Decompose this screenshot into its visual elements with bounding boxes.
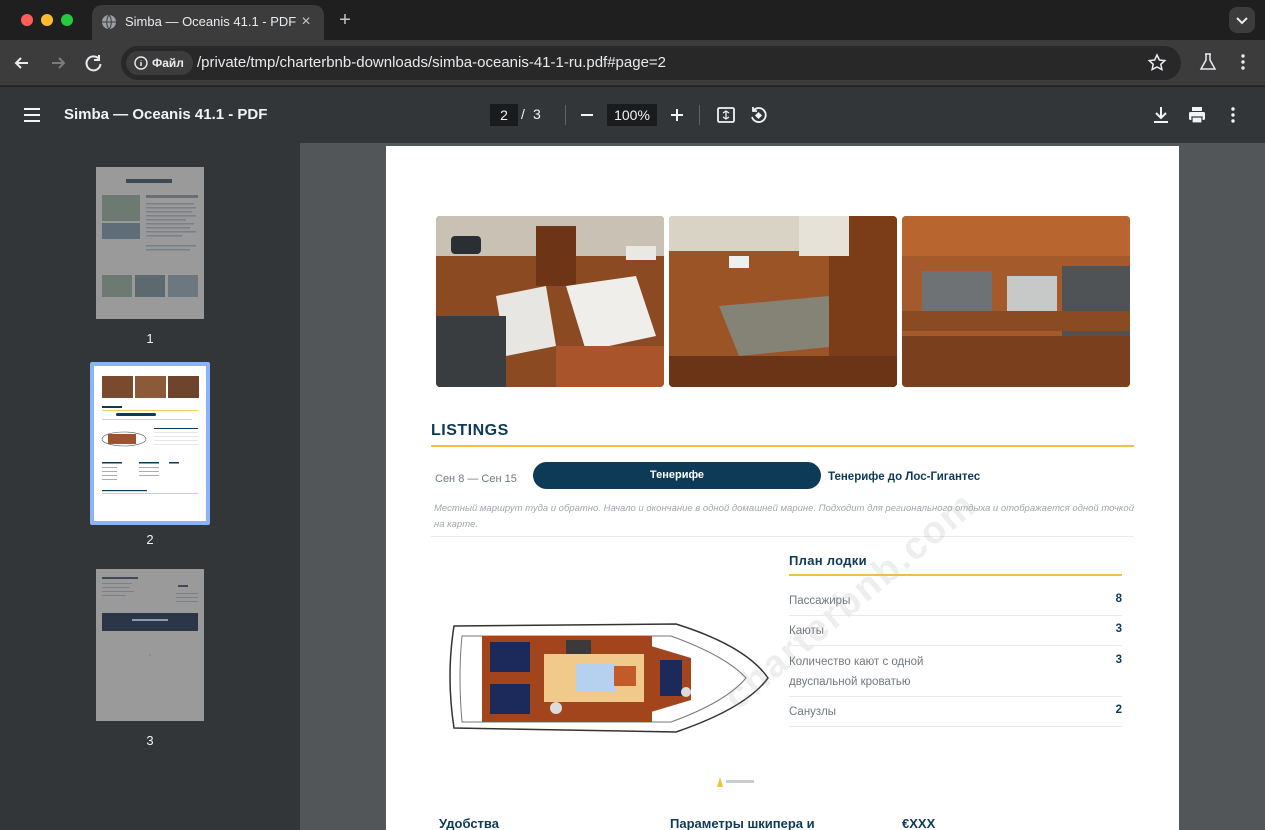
page-separator: / bbox=[521, 106, 525, 122]
heading-underline bbox=[431, 445, 1134, 447]
listing-dates: Сен 8 — Сен 15 bbox=[435, 473, 517, 485]
thumbnail-preview bbox=[94, 366, 206, 521]
pdf-viewport[interactable]: LISTINGS Сен 8 — Сен 15 Тенерифе Тенериф… bbox=[300, 143, 1265, 830]
page-total: 3 bbox=[533, 106, 541, 122]
more-options-icon[interactable] bbox=[1226, 104, 1240, 126]
forward-arrow-icon[interactable] bbox=[45, 50, 71, 76]
plan-row-double-cabins: Количество кают с одной двуспальной кров… bbox=[789, 646, 1122, 697]
tab-search-button[interactable] bbox=[1229, 7, 1255, 33]
globe-icon bbox=[102, 14, 116, 30]
active-tab[interactable]: Simba — Oceanis 41.1 - PDF × bbox=[92, 5, 324, 40]
cabin-photo bbox=[669, 216, 897, 387]
labs-flask-icon[interactable] bbox=[1198, 52, 1218, 72]
browser-toolbar: Файл /private/tmp/charterbnb-downloads/s… bbox=[0, 40, 1265, 86]
tab-close-icon[interactable]: × bbox=[296, 12, 316, 32]
thumbnail-label-2: 2 bbox=[146, 532, 154, 547]
thumbnail-label-1: 1 bbox=[146, 331, 154, 346]
section-divider bbox=[431, 536, 1134, 537]
browser-menu-icon[interactable] bbox=[1236, 52, 1250, 72]
pdf-toolbar: Simba — Oceanis 41.1 - PDF 2 / 3 100% bbox=[0, 87, 1265, 143]
bookmark-star-icon[interactable] bbox=[1147, 53, 1167, 73]
site-info-chip[interactable]: Файл bbox=[126, 51, 193, 75]
pdf-page-2: LISTINGS Сен 8 — Сен 15 Тенерифе Тенериф… bbox=[386, 146, 1179, 830]
plan-row-heads: Санузлы 2 bbox=[789, 697, 1122, 727]
plan-value: 8 bbox=[1115, 593, 1122, 605]
zoom-in-icon[interactable] bbox=[666, 104, 688, 126]
zoom-level-input[interactable]: 100% bbox=[607, 104, 657, 126]
rotate-icon[interactable] bbox=[747, 104, 769, 126]
toolbar-divider bbox=[699, 105, 700, 125]
chevron-down-icon bbox=[1236, 17, 1248, 25]
tab-strip: Simba — Oceanis 41.1 - PDF × + bbox=[0, 0, 1265, 40]
document-title: Simba — Oceanis 41.1 - PDF bbox=[64, 106, 268, 123]
page-thumbnail-1[interactable] bbox=[96, 167, 204, 319]
tab-title: Simba — Oceanis 41.1 - PDF bbox=[125, 14, 297, 29]
address-bar[interactable]: Файл /private/tmp/charterbnb-downloads/s… bbox=[121, 46, 1181, 80]
plan-value: 3 bbox=[1115, 654, 1122, 666]
url-text[interactable]: /private/tmp/charterbnb-downloads/simba-… bbox=[197, 54, 666, 71]
download-icon[interactable] bbox=[1150, 104, 1172, 126]
back-arrow-icon[interactable] bbox=[9, 50, 35, 76]
plan-row-cabins: Каюты 3 bbox=[789, 616, 1122, 646]
plan-heading: План лодки bbox=[789, 553, 867, 568]
reload-icon[interactable] bbox=[81, 50, 107, 76]
plan-value: 2 bbox=[1115, 704, 1122, 716]
plan-label: Каюты bbox=[789, 625, 824, 637]
salon-photo bbox=[436, 216, 664, 387]
page-thumbnail-2[interactable] bbox=[90, 362, 210, 525]
plan-label: Пассажиры bbox=[789, 595, 851, 607]
plan-row-passengers: Пассажиры 8 bbox=[789, 586, 1122, 616]
galley-photo bbox=[902, 216, 1130, 387]
price-heading: €XXX bbox=[902, 816, 936, 830]
minimize-window-button[interactable] bbox=[41, 14, 53, 26]
thumbnail-preview bbox=[96, 569, 204, 721]
thumbnail-preview bbox=[96, 167, 204, 319]
amenities-heading: Удобства bbox=[439, 816, 499, 830]
info-icon bbox=[134, 56, 148, 70]
location-pill: Тенерифе bbox=[533, 462, 821, 489]
plan-label: Количество кают с одной двуспальной кров… bbox=[789, 656, 924, 688]
plan-underline bbox=[789, 574, 1122, 576]
skipper-params-heading: Параметры шкипера и bbox=[670, 816, 815, 830]
listing-route: Тенерифе до Лос-Гигантес bbox=[828, 471, 981, 483]
plan-label: Санузлы bbox=[789, 706, 837, 718]
maximize-window-button[interactable] bbox=[61, 14, 73, 26]
page-thumbnail-3[interactable] bbox=[96, 569, 204, 721]
new-tab-button[interactable]: + bbox=[334, 9, 356, 31]
toolbar-divider bbox=[565, 105, 566, 125]
listings-heading: LISTINGS bbox=[431, 422, 509, 439]
charterbnb-logo bbox=[717, 777, 754, 787]
listing-description: Местный маршрут туда и обратно. Начало и… bbox=[434, 503, 1134, 530]
zoom-out-icon[interactable] bbox=[576, 104, 598, 126]
thumbnail-sidebar: 1 2 3 bbox=[0, 143, 300, 830]
site-info-label: Файл bbox=[152, 56, 184, 70]
sidebar-menu-icon[interactable] bbox=[22, 105, 42, 125]
close-window-button[interactable] bbox=[21, 14, 33, 26]
print-icon[interactable] bbox=[1186, 104, 1208, 126]
plan-value: 3 bbox=[1115, 623, 1122, 635]
page-number-input[interactable]: 2 bbox=[490, 104, 518, 126]
fit-page-icon[interactable] bbox=[715, 104, 737, 126]
thumbnail-label-3: 3 bbox=[146, 733, 154, 748]
